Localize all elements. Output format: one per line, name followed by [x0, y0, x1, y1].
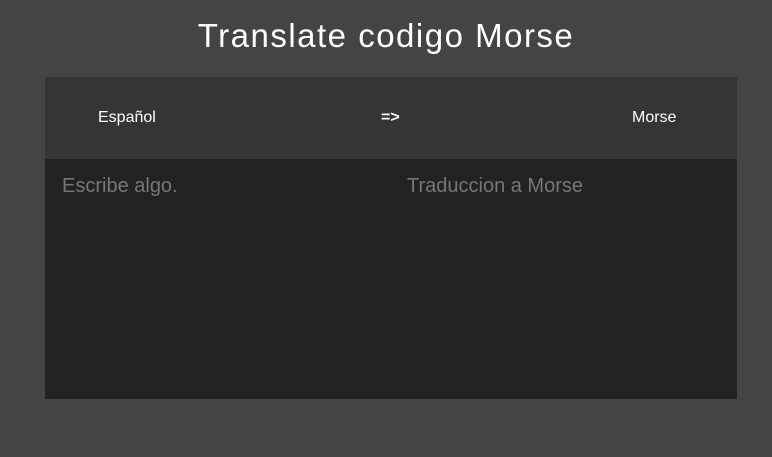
swap-direction-button[interactable]: =>: [381, 77, 400, 159]
source-text-input[interactable]: [45, 159, 390, 399]
target-language-button[interactable]: Morse: [632, 77, 676, 159]
source-language-button[interactable]: Español: [98, 77, 156, 159]
morse-output-field[interactable]: [390, 159, 737, 399]
page-title: Translate codigo Morse: [197, 17, 575, 54]
translator-panel: Español => Morse: [45, 77, 737, 399]
language-bar: Español => Morse: [45, 77, 737, 159]
